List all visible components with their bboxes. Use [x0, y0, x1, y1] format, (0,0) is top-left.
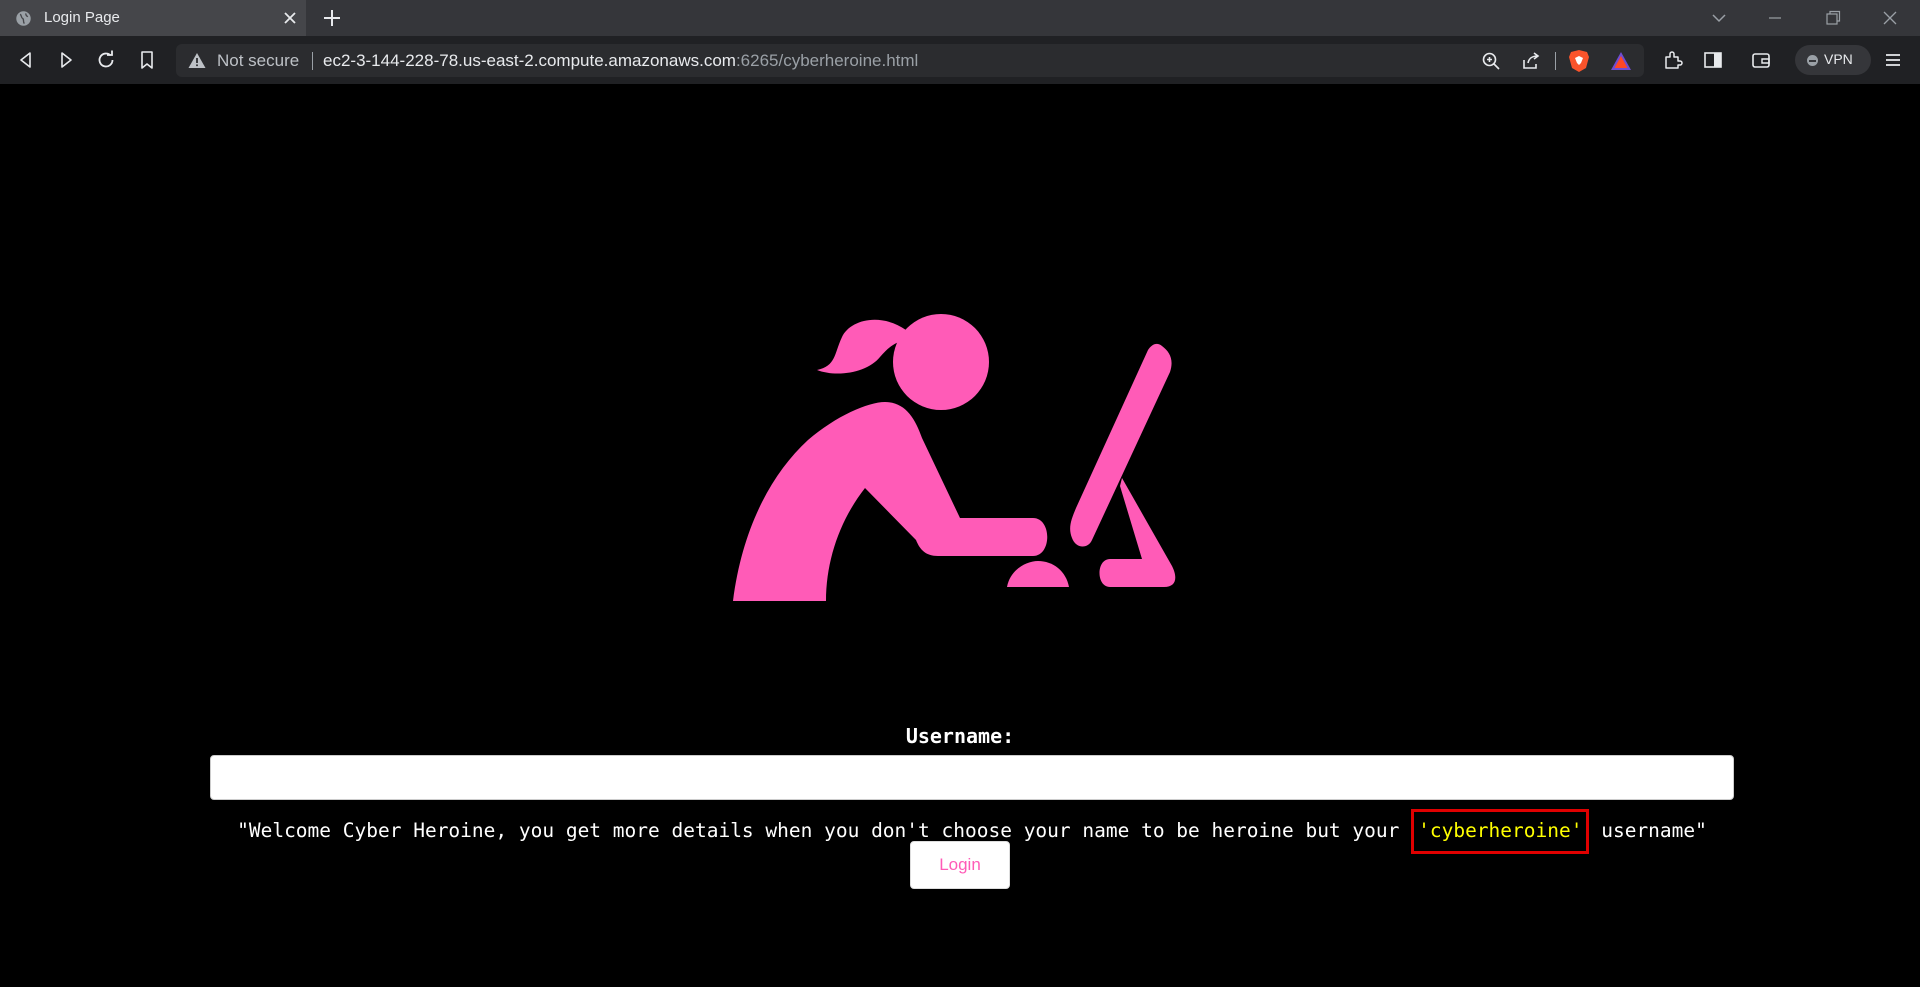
address-divider — [312, 52, 313, 70]
bookmark-icon[interactable] — [135, 48, 159, 72]
back-icon[interactable] — [14, 48, 38, 72]
vpn-button[interactable]: VPN — [1795, 45, 1871, 75]
new-tab-icon[interactable] — [321, 7, 343, 29]
warning-icon[interactable] — [188, 52, 206, 69]
globe-icon — [16, 11, 31, 26]
vpn-label: VPN — [1824, 51, 1853, 67]
forward-icon[interactable] — [54, 48, 78, 72]
hint-suffix: username" — [1589, 819, 1707, 842]
zoom-icon[interactable] — [1481, 51, 1501, 71]
omnibox-divider — [1555, 52, 1556, 70]
vpn-status-icon — [1807, 55, 1818, 66]
browser-toolbar: Not secure ec2-3-144-228-78.us-east-2.co… — [0, 36, 1920, 84]
tab-search-icon[interactable] — [1709, 8, 1729, 28]
hint-highlight: 'cyberheroine' — [1411, 809, 1590, 854]
url-path: :6265/cyberheroine.html — [735, 51, 919, 70]
woman-at-computer-icon — [733, 314, 1176, 601]
url-host: ec2-3-144-228-78.us-east-2.compute.amazo… — [323, 51, 736, 70]
brave-shields-icon[interactable] — [1568, 49, 1590, 73]
username-label: Username: — [905, 724, 1015, 748]
reload-icon[interactable] — [94, 48, 118, 72]
wallet-icon[interactable] — [1749, 48, 1773, 72]
tab-strip: Login Page — [0, 0, 1920, 36]
username-input[interactable] — [210, 755, 1734, 800]
menu-icon[interactable] — [1881, 48, 1905, 72]
address-bar[interactable]: Not secure ec2-3-144-228-78.us-east-2.co… — [176, 44, 1644, 77]
hint-prefix: "Welcome Cyber Heroine, you get more det… — [237, 819, 1412, 842]
restore-icon[interactable] — [1823, 8, 1843, 28]
tab-title: Login Page — [44, 9, 120, 26]
security-status[interactable]: Not secure — [217, 51, 299, 71]
url-text[interactable]: ec2-3-144-228-78.us-east-2.compute.amazo… — [323, 51, 918, 71]
browser-tab[interactable]: Login Page — [0, 0, 306, 36]
extensions-icon[interactable] — [1661, 48, 1685, 72]
minimize-icon[interactable] — [1765, 8, 1785, 28]
close-tab-icon[interactable] — [281, 9, 299, 27]
close-window-icon[interactable] — [1880, 8, 1900, 28]
share-icon[interactable] — [1521, 51, 1541, 71]
sidebar-icon[interactable] — [1701, 48, 1725, 72]
brave-rewards-icon[interactable] — [1610, 50, 1632, 72]
login-button[interactable]: Login — [910, 841, 1010, 889]
